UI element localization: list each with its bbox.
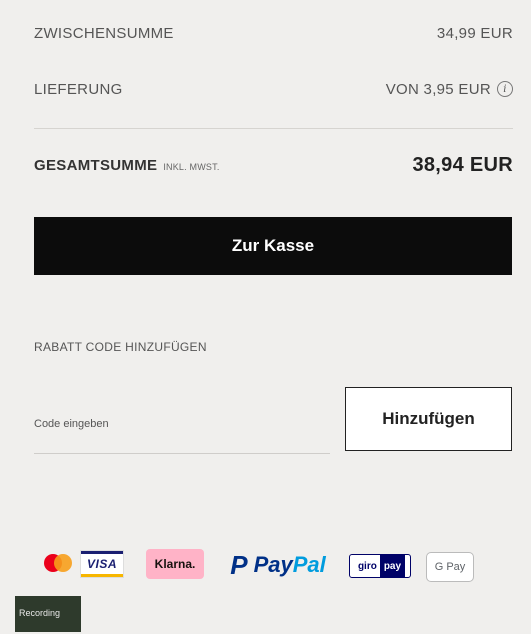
visa-logo: VISA — [80, 550, 124, 578]
recording-badge: Recording — [15, 596, 81, 632]
info-icon[interactable]: i — [497, 81, 513, 97]
total-row: GESAMTSUMME INKL. MWST. 38,94 EUR — [34, 150, 513, 180]
add-discount-button[interactable]: Hinzufügen — [345, 387, 512, 451]
giropay-logo: giro pay — [349, 554, 411, 578]
subtotal-label: ZWISCHENSUMME — [34, 24, 174, 42]
paypal-pay: Pay — [253, 552, 293, 577]
visa-text: VISA — [86, 557, 117, 571]
google-pay-logo: G Pay — [426, 552, 474, 582]
paypal-mark: P — [230, 549, 248, 580]
checkout-button[interactable]: Zur Kasse — [34, 217, 512, 275]
giropay-pay: pay — [379, 555, 406, 577]
mastercard-logo — [40, 552, 76, 576]
paypal-logo: P PayPal — [221, 549, 335, 581]
recording-badge-label: Recording — [19, 608, 61, 618]
discount-code-input[interactable] — [34, 395, 330, 454]
total-label: GESAMTSUMME — [34, 156, 158, 174]
delivery-value: VON 3,95 EUR — [385, 80, 491, 98]
mastercard-circle-orange — [54, 554, 72, 572]
delivery-value-group: VON 3,95 EUR i — [386, 81, 513, 98]
google-pay-text: G Pay — [434, 561, 466, 573]
subtotal-value: 34,99 EUR — [436, 24, 513, 42]
summary-divider — [34, 128, 513, 129]
paypal-pal: Pal — [292, 552, 326, 577]
visa-bottom-bar — [81, 574, 123, 577]
discount-title: RABATT CODE HINZUFÜGEN — [34, 340, 207, 354]
visa-top-bar — [81, 551, 123, 554]
klarna-text: Klarna. — [154, 557, 196, 571]
order-summary-panel: ZWISCHENSUMME 34,99 EUR LIEFERUNG VON 3,… — [0, 0, 531, 634]
giropay-giro: giro — [354, 555, 380, 577]
total-value: 38,94 EUR — [412, 153, 513, 176]
paypal-wordmark: PayPal — [254, 552, 326, 578]
delivery-label: LIEFERUNG — [34, 80, 123, 98]
total-label-group: GESAMTSUMME INKL. MWST. — [34, 157, 220, 174]
tax-note: INKL. MWST. — [163, 161, 220, 172]
delivery-row: LIEFERUNG VON 3,95 EUR i — [34, 78, 513, 100]
klarna-logo: Klarna. — [146, 549, 204, 579]
subtotal-row: ZWISCHENSUMME 34,99 EUR — [34, 22, 513, 44]
